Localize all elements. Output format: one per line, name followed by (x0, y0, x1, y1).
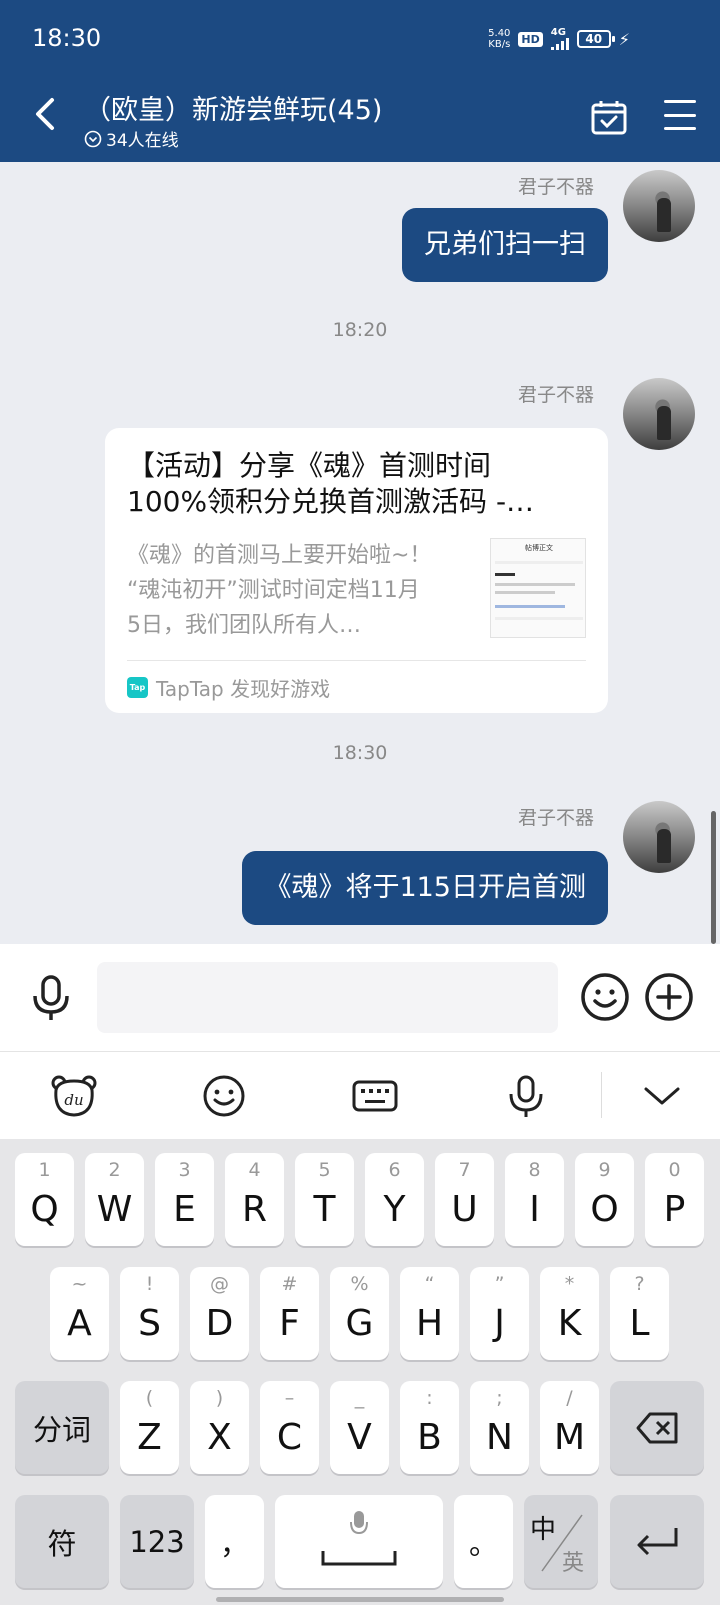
key-o[interactable]: 9O (575, 1153, 634, 1246)
comma-key[interactable]: ， (205, 1495, 264, 1588)
chat-title[interactable]: （欧皇）新游尝鲜玩(45) (84, 88, 382, 127)
space-key[interactable] (275, 1495, 443, 1588)
online-count: 34人在线 (84, 126, 179, 151)
key-m[interactable]: / M (540, 1381, 599, 1474)
hamburger-menu-icon (664, 100, 696, 103)
toolbar-divider (601, 1072, 602, 1118)
card-description: 《魂》的首测马上要开始啦~！ “魂沌初开”测试时间定档11月 5日，我们团队所有… (127, 543, 432, 638)
timestamp: 18:30 (332, 742, 388, 764)
microphone-icon (509, 1075, 543, 1117)
number-key[interactable]: 123 (120, 1495, 194, 1588)
input-bar (0, 944, 720, 1051)
key-r[interactable]: 4R (225, 1153, 284, 1246)
microphone-icon (33, 975, 69, 1020)
key-j[interactable]: ” J (470, 1267, 529, 1360)
calendar-button[interactable] (590, 98, 628, 136)
space-bar-icon (321, 1551, 397, 1566)
card-thumbnail: 帖博正文 (490, 538, 586, 638)
key-z[interactable]: (Z (120, 1381, 179, 1474)
key-t[interactable]: 5T (295, 1153, 354, 1246)
key-v[interactable]: _ V (330, 1381, 389, 1474)
sender-name: 君子不器 (517, 176, 594, 198)
message-input[interactable] (97, 962, 558, 1033)
shared-link-card[interactable]: 【活动】分享《魂》首测时间 100%领积分兑换首测激活码 -… 《魂》的首测马上… (105, 428, 608, 713)
message-bubble[interactable]: 《魂》将于115日开启首测 (242, 851, 608, 925)
key-a[interactable]: ~ A (50, 1267, 109, 1360)
keyboard: 1Q 2W 3E 4R 5T 6Y 7U 8I 9O 0P ~ A ! S @ D #… (0, 1139, 720, 1605)
charging-icon: ⚡ (618, 29, 630, 49)
home-indicator[interactable] (216, 1597, 504, 1602)
status-time: 18:30 (32, 24, 102, 52)
bear-logo-icon: du (51, 1075, 97, 1117)
chevron-left-icon (36, 98, 54, 130)
key-s[interactable]: ! S (120, 1267, 179, 1360)
net-speed: 5.40 KB/s (488, 28, 511, 50)
calendar-check-icon (591, 101, 627, 135)
chevron-circle-icon (84, 130, 102, 147)
chat-header: 18:30 5.40 KB/s HD 4G 40 ⚡ （欧皇）新游尝鲜玩(45)… (0, 0, 720, 162)
key-h[interactable]: “H (400, 1267, 459, 1360)
key-g[interactable]: % G (330, 1267, 389, 1360)
timestamp: 18:20 (332, 319, 388, 341)
key-d[interactable]: @ D (190, 1267, 249, 1360)
sender-name: 君子不器 (517, 807, 594, 829)
menu-button[interactable] (664, 100, 696, 130)
keyboard-icon (352, 1080, 398, 1112)
emoji-button[interactable] (579, 971, 631, 1023)
avatar[interactable] (623, 801, 695, 873)
keyboard-toolbar: du (0, 1051, 720, 1139)
avatar[interactable] (623, 378, 695, 450)
smiley-icon (203, 1075, 245, 1117)
backspace-icon (636, 1412, 678, 1444)
collapse-keyboard-button[interactable] (638, 1072, 686, 1120)
taptap-logo-icon: Tap (127, 677, 148, 698)
card-source: Tap TapTap 发现好游戏 (127, 660, 586, 702)
period-key[interactable]: 。 (454, 1495, 513, 1588)
du-bear-button[interactable]: du (50, 1072, 98, 1120)
sender-name: 君子不器 (517, 384, 594, 406)
space-mic-icon (350, 1511, 368, 1535)
key-x[interactable]: ) X (190, 1381, 249, 1474)
keyboard-switch-button[interactable] (351, 1072, 399, 1120)
key-c[interactable]: – C (260, 1381, 319, 1474)
segment-key[interactable]: 分词 (15, 1381, 109, 1474)
card-title: 【活动】分享《魂》首测时间 100%领积分兑换首测激活码 -… (127, 449, 535, 518)
enter-key[interactable] (610, 1495, 704, 1588)
key-b[interactable]: :B (400, 1381, 459, 1474)
symbol-key[interactable]: 符 (15, 1495, 109, 1588)
backspace-key[interactable] (610, 1381, 704, 1474)
key-e[interactable]: 3E (155, 1153, 214, 1246)
key-i[interactable]: 8I (505, 1153, 564, 1246)
status-indicators: 5.40 KB/s HD 4G 40 ⚡ (488, 28, 630, 50)
key-q[interactable]: 1Q (15, 1153, 74, 1246)
key-l[interactable]: ? L (610, 1267, 669, 1360)
key-p[interactable]: 0P (645, 1153, 704, 1246)
key-w[interactable]: 2W (85, 1153, 144, 1246)
key-n[interactable]: ; N (470, 1381, 529, 1474)
back-button[interactable] (26, 94, 66, 134)
chevron-down-icon (644, 1087, 680, 1105)
chat-area[interactable]: 君子不器 兄弟们扫一扫 18:20 君子不器 【活动】分享《魂》首测时间 100… (0, 162, 720, 944)
plus-circle-icon (645, 973, 693, 1021)
emoji-panel-button[interactable] (200, 1072, 248, 1120)
enter-icon (637, 1528, 678, 1556)
message-bubble[interactable]: 兄弟们扫一扫 (402, 208, 608, 282)
more-button[interactable] (643, 971, 695, 1023)
key-k[interactable]: * K (540, 1267, 599, 1360)
battery-icon: 40 (576, 30, 615, 48)
signal-icon: 4G (550, 28, 569, 50)
svg-text:du: du (64, 1091, 83, 1109)
avatar[interactable] (623, 170, 695, 242)
key-y[interactable]: 6Y (365, 1153, 424, 1246)
voice-input-button[interactable] (502, 1072, 550, 1120)
language-switch-key[interactable]: 中 英 (524, 1495, 598, 1588)
hd-badge: HD (518, 31, 543, 47)
voice-button[interactable] (30, 974, 72, 1022)
key-f[interactable]: # F (260, 1267, 319, 1360)
key-u[interactable]: 7U (435, 1153, 494, 1246)
scrollbar[interactable] (711, 811, 716, 944)
smiley-icon (581, 973, 629, 1021)
